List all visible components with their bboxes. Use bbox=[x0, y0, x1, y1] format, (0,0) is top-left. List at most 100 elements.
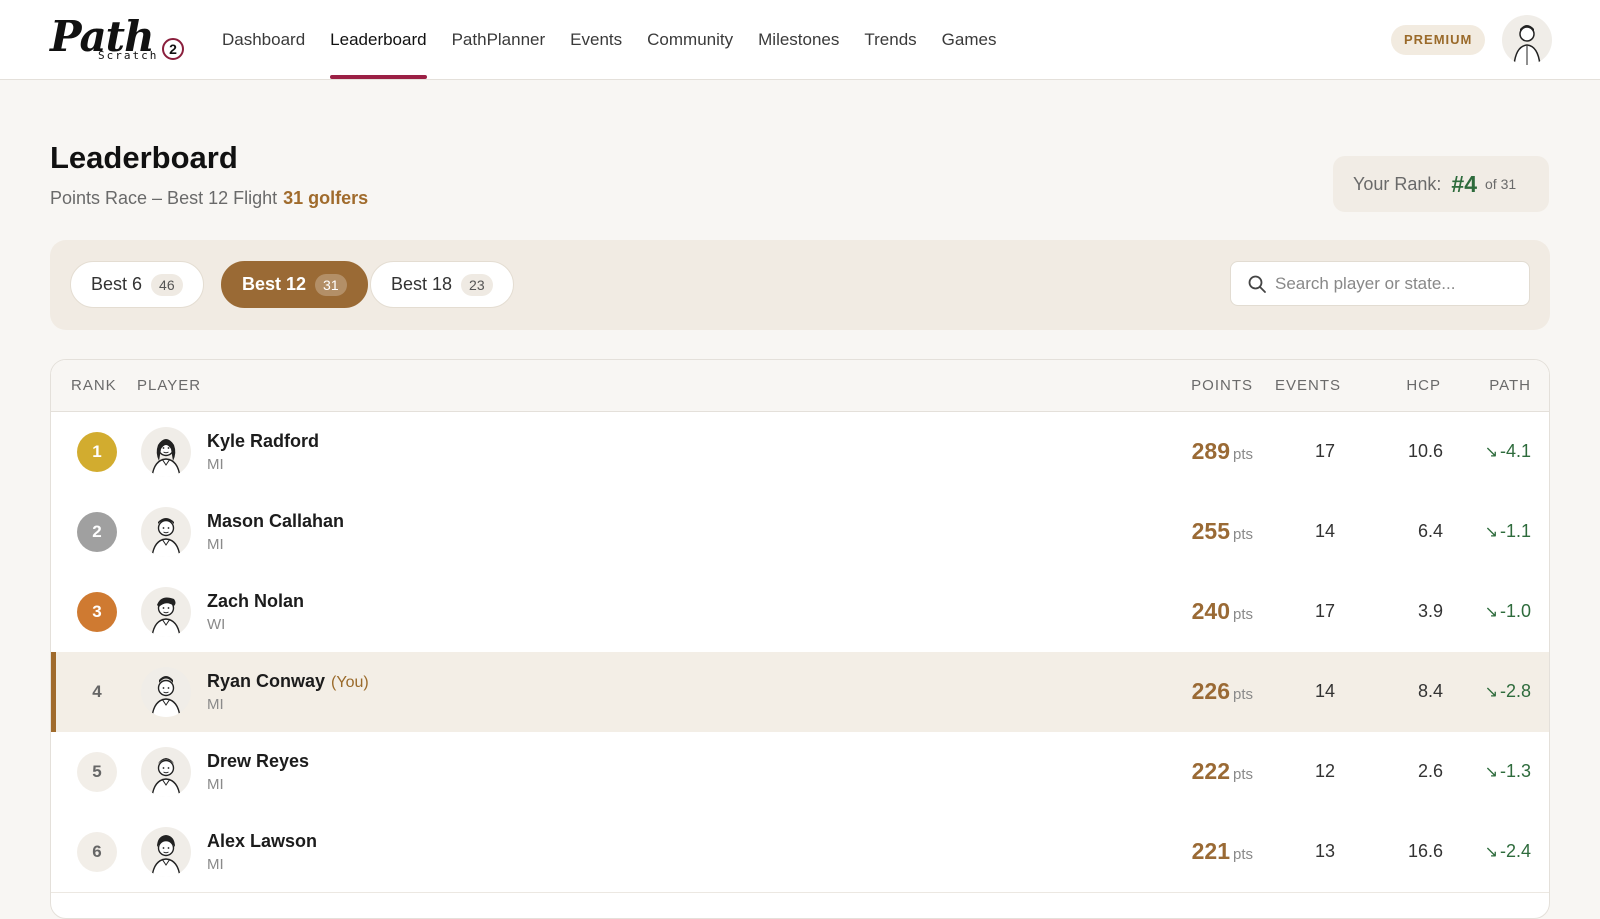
player-avatar[interactable] bbox=[141, 507, 191, 557]
table-row[interactable]: 1 Kyle Radford MI 289 pts 17 10.6 ↘ -4.1 bbox=[51, 412, 1549, 493]
points-value: 226 bbox=[1191, 678, 1230, 704]
player-avatar[interactable] bbox=[141, 827, 191, 877]
rank-badge: 2 bbox=[77, 512, 117, 552]
player-state: MI bbox=[207, 776, 224, 793]
golfer-count: 31 golfers bbox=[283, 188, 369, 208]
filter-bar: Best 6 46 Best 12 31 Best 18 23 bbox=[50, 240, 1550, 330]
player-name-text: Zach Nolan bbox=[207, 591, 305, 611]
rank-badge: 4 bbox=[92, 682, 102, 701]
search-input[interactable] bbox=[1275, 273, 1515, 294]
player-state: MI bbox=[207, 856, 224, 873]
nav-events[interactable]: Events bbox=[570, 0, 622, 80]
player-avatar[interactable] bbox=[141, 427, 191, 477]
avatar-icon bbox=[151, 676, 181, 717]
your-rank-total: of 31 bbox=[1485, 176, 1517, 192]
user-avatar[interactable] bbox=[1502, 15, 1552, 65]
player-name-text: Mason Callahan bbox=[207, 511, 345, 531]
points-cell: 226 pts bbox=[1192, 678, 1253, 705]
player-avatar[interactable] bbox=[141, 747, 191, 797]
player-avatar[interactable] bbox=[141, 587, 191, 637]
player-name[interactable]: Alex Lawson bbox=[207, 831, 317, 852]
path-cell: ↘ -1.0 bbox=[1485, 601, 1531, 622]
points-unit: pts bbox=[1232, 606, 1253, 623]
nav-dashboard[interactable]: Dashboard bbox=[222, 0, 305, 80]
path-value: -2.8 bbox=[1499, 681, 1531, 701]
hcp-cell: 10.6 bbox=[1407, 441, 1443, 461]
leaderboard-table: RANK PLAYER POINTS EVENTS HCP PATH 1 Kyle… bbox=[50, 359, 1550, 919]
top-navigation-bar: Path Scratch 2 Dashboard Leaderboard PathP… bbox=[0, 0, 1600, 80]
nav-community[interactable]: Community bbox=[647, 0, 733, 80]
chip-count: 46 bbox=[151, 273, 183, 296]
player-state: MI bbox=[207, 696, 224, 713]
player-name[interactable]: Zach Nolan bbox=[207, 591, 304, 612]
flight-label: Points Race – Best 12 Flight bbox=[50, 188, 278, 208]
column-header-rank[interactable]: RANK bbox=[71, 360, 117, 412]
page-subtitle: Points Race – Best 12 Flight 31 golfers bbox=[50, 188, 368, 209]
avatar-icon bbox=[151, 597, 181, 637]
avatar-icon bbox=[151, 835, 181, 877]
player-name[interactable]: Ryan Conway (You) bbox=[207, 671, 369, 692]
search-box[interactable] bbox=[1230, 261, 1530, 306]
hcp-cell: 3.9 bbox=[1417, 601, 1443, 621]
path-value: -4.1 bbox=[1499, 441, 1531, 461]
table-row[interactable]: 2 Mason Callahan MI 255 pts 14 6.4 ↘ -1.1 bbox=[51, 492, 1549, 573]
logo-subtext: Scratch bbox=[98, 49, 159, 62]
events-cell: 17 bbox=[1314, 601, 1335, 621]
nav-games[interactable]: Games bbox=[942, 0, 997, 80]
player-name[interactable]: Drew Reyes bbox=[207, 751, 309, 772]
points-unit: pts bbox=[1232, 686, 1253, 703]
table-row[interactable]: 6 Alex Lawson MI 221 pts 13 16.6 ↘ -2.4 bbox=[51, 812, 1549, 893]
hcp-cell: 16.6 bbox=[1407, 841, 1443, 861]
table-row[interactable]: 3 Zach Nolan WI 240 pts 17 3.9 ↘ -1.0 bbox=[51, 572, 1549, 653]
column-header-points[interactable]: POINTS bbox=[1191, 360, 1253, 412]
path-value: -1.3 bbox=[1499, 761, 1531, 781]
events-cell: 14 bbox=[1314, 681, 1335, 701]
search-icon bbox=[1248, 275, 1266, 293]
avatar-icon bbox=[1513, 25, 1541, 65]
points-cell: 289 pts bbox=[1192, 438, 1253, 465]
filter-chip-best-6[interactable]: Best 6 46 bbox=[70, 261, 204, 308]
player-name-text: Ryan Conway bbox=[207, 671, 326, 691]
column-header-path[interactable]: PATH bbox=[1489, 360, 1531, 412]
points-unit: pts bbox=[1232, 846, 1253, 863]
nav-trends[interactable]: Trends bbox=[864, 0, 916, 80]
page-title: Leaderboard bbox=[50, 140, 238, 175]
avatar-icon bbox=[151, 518, 181, 557]
points-unit: pts bbox=[1232, 526, 1253, 543]
premium-badge[interactable]: PREMIUM bbox=[1391, 25, 1486, 55]
player-name[interactable]: Mason Callahan bbox=[207, 511, 344, 532]
table-header: RANK PLAYER POINTS EVENTS HCP PATH bbox=[51, 360, 1549, 412]
path-cell: ↘ -1.3 bbox=[1485, 761, 1531, 782]
points-value: 221 bbox=[1191, 838, 1230, 864]
path-value: -1.0 bbox=[1499, 601, 1531, 621]
trend-down-icon: ↘ bbox=[1484, 604, 1498, 621]
table-row[interactable]: 5 Drew Reyes MI 222 pts 12 2.6 ↘ -1.3 bbox=[51, 732, 1549, 813]
hcp-cell: 6.4 bbox=[1417, 521, 1443, 541]
nav-leaderboard[interactable]: Leaderboard bbox=[330, 0, 428, 80]
trend-down-icon: ↘ bbox=[1484, 764, 1498, 781]
path-cell: ↘ -2.8 bbox=[1485, 681, 1531, 702]
points-value: 289 bbox=[1191, 438, 1230, 464]
chip-label: Best 6 bbox=[91, 274, 143, 294]
points-unit: pts bbox=[1232, 446, 1253, 463]
your-rank-card: Your Rank: #4 of 31 bbox=[1333, 156, 1549, 212]
chip-count: 23 bbox=[461, 273, 493, 296]
player-name-text: Kyle Radford bbox=[207, 431, 320, 451]
nav-milestones[interactable]: Milestones bbox=[758, 0, 839, 80]
table-row[interactable]: 4 Ryan Conway (You) MI 226 pts 14 8.4 ↘ -2.8 bbox=[51, 652, 1549, 733]
column-header-hcp[interactable]: HCP bbox=[1406, 360, 1441, 412]
avatar-icon bbox=[151, 439, 181, 477]
path-to-scratch-logo[interactable]: Path Scratch 2 bbox=[50, 12, 190, 66]
you-tag: (You) bbox=[331, 674, 369, 691]
filter-chip-best-12[interactable]: Best 12 31 bbox=[221, 261, 368, 308]
events-cell: 17 bbox=[1314, 441, 1335, 461]
player-name[interactable]: Kyle Radford bbox=[207, 431, 319, 452]
trend-down-icon: ↘ bbox=[1484, 524, 1498, 541]
column-header-player[interactable]: PLAYER bbox=[137, 360, 201, 412]
filter-chip-best-18[interactable]: Best 18 23 bbox=[370, 261, 514, 308]
player-state: MI bbox=[207, 536, 224, 553]
nav-pathplanner[interactable]: PathPlanner bbox=[452, 0, 546, 80]
player-avatar[interactable] bbox=[141, 667, 191, 717]
column-header-events[interactable]: EVENTS bbox=[1275, 360, 1341, 412]
path-value: -2.4 bbox=[1499, 841, 1531, 861]
